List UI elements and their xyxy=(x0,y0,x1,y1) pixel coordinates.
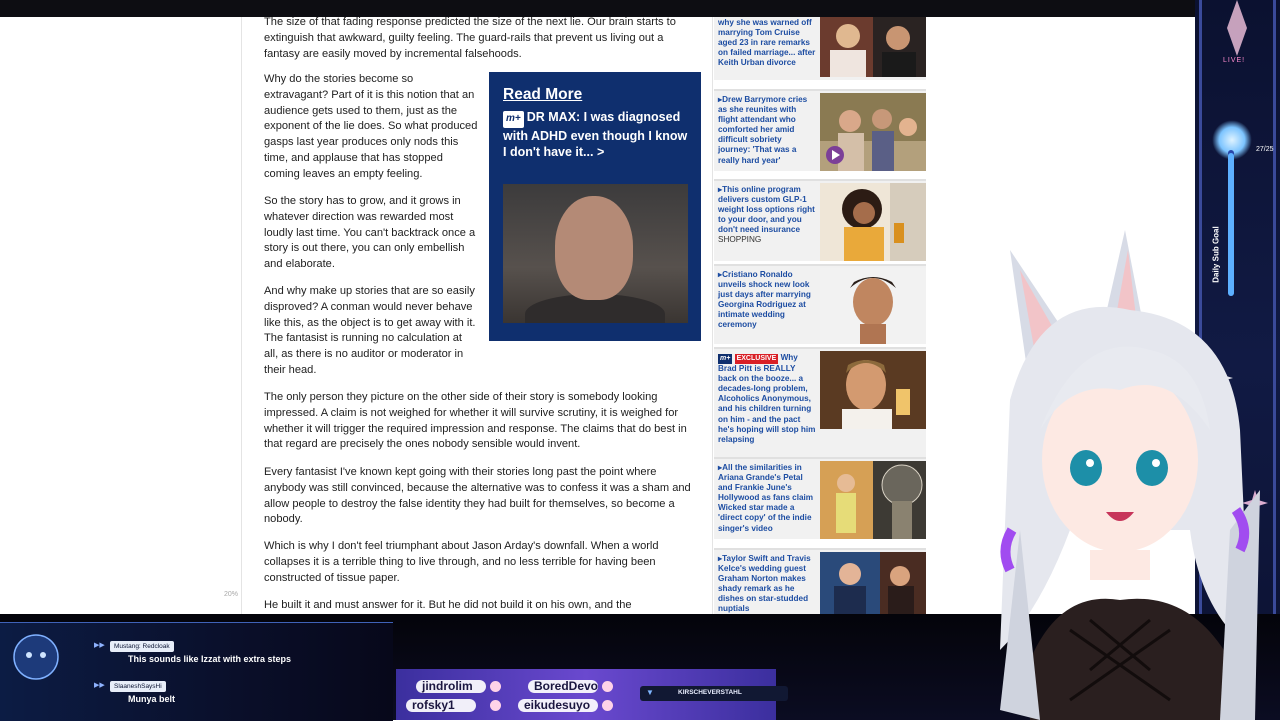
article-paragraph: The only person they picture on the othe… xyxy=(264,391,687,451)
mplus-badge: m+ xyxy=(718,354,733,365)
heart-icon xyxy=(602,681,613,692)
story-thumbnail[interactable] xyxy=(820,93,926,171)
article-body: The size of that fading response predict… xyxy=(241,17,713,614)
read-more-link[interactable]: m+ DR MAX: I was diagnosed with ADHD even… xyxy=(503,109,691,161)
zoom-indicator: 20% xyxy=(224,591,239,598)
read-more-headline[interactable]: DR MAX: I was diagnosed with ADHD even t… xyxy=(503,110,687,159)
read-more-title[interactable]: Read More xyxy=(503,86,582,104)
chat-bullet-icon: ▶▶ xyxy=(94,682,105,689)
sidebar-story[interactable]: ▸Cristiano Ronaldo unveils shock new loo… xyxy=(714,264,926,344)
story-thumbnail[interactable] xyxy=(820,552,926,614)
supporter-name: BoredDevo xyxy=(534,679,599,693)
twitter-icon: ▼ xyxy=(646,688,654,697)
story-thumbnail[interactable] xyxy=(820,183,926,261)
sidebar-headline[interactable]: m+ EXCLUSIVE Why Brad Pitt is REALLY bac… xyxy=(718,353,816,445)
supporter-name: jindrolim xyxy=(422,679,473,693)
article-paragraph: He built it and must answer for it. But … xyxy=(264,599,632,611)
chat-mascot-icon xyxy=(13,634,59,680)
chat-username: SlaaneshSaysHi xyxy=(110,681,166,692)
sidebar-headline[interactable]: ▸Cristiano Ronaldo unveils shock new loo… xyxy=(718,270,816,331)
photo-face xyxy=(555,196,633,300)
sidebar-story[interactable]: m+ EXCLUSIVE Why Brad Pitt is REALLY bac… xyxy=(714,347,926,457)
sidebar-story[interactable]: why she was warned off marrying Tom Crui… xyxy=(714,17,926,80)
chat-bullet-icon: ▶▶ xyxy=(94,642,105,649)
article-paragraph: Every fantasist I've known kept going wi… xyxy=(264,466,691,526)
social-handle-badge: ▼ KIRSCHEVERSTAHL xyxy=(640,686,788,701)
sidebar-story[interactable]: ▸Taylor Swift and Travis Kelce's wedding… xyxy=(714,548,926,614)
article-paragraph: Which is why I don't feel triumphant abo… xyxy=(264,540,659,584)
star-icon xyxy=(490,700,501,711)
related-sidebar: why she was warned off marrying Tom Crui… xyxy=(714,17,928,614)
vtuber-avatar xyxy=(1000,230,1260,720)
supporter-name: rofsky1 xyxy=(412,698,455,712)
article-paragraph: Why do the stories become so extravagant… xyxy=(264,73,478,180)
article-paragraph: And why make up stories that are so easi… xyxy=(264,285,476,376)
story-thumbnail[interactable] xyxy=(820,268,926,344)
chat-overlay: ▶▶ Mustang: Redcloak This sounds like Iz… xyxy=(0,622,393,721)
social-handle: KIRSCHEVERSTAHL xyxy=(678,689,742,696)
chat-message: Munya belt xyxy=(128,694,176,704)
story-thumbnail[interactable] xyxy=(820,461,926,539)
sidebar-headline[interactable]: ▸All the similarities in Ariana Grande's… xyxy=(718,463,816,534)
sidebar-story[interactable]: ▸All the similarities in Ariana Grande's… xyxy=(714,457,926,539)
star-icon xyxy=(602,700,613,711)
live-label: LIVE! xyxy=(1223,57,1246,64)
chat-username: Mustang: Redcloak xyxy=(110,641,174,652)
sidebar-headline[interactable]: ▸Drew Barrymore cries as she reunites wi… xyxy=(718,95,816,166)
sidebar-headline[interactable]: why she was warned off marrying Tom Crui… xyxy=(718,18,816,68)
chevron-right-icon: > xyxy=(596,145,605,159)
sidebar-headline[interactable]: ▸Taylor Swift and Travis Kelce's wedding… xyxy=(718,554,816,614)
sidebar-headline[interactable]: ▸This online program delivers custom GLP… xyxy=(718,185,816,246)
article-paragraph: The size of that fading response predict… xyxy=(264,17,676,60)
chat-message: This sounds like Izzat with extra steps xyxy=(128,654,292,664)
story-thumbnail[interactable] xyxy=(820,351,926,429)
story-thumbnail[interactable] xyxy=(820,17,926,77)
mplus-badge: m+ xyxy=(503,111,524,128)
supporter-name: eikudesuyo xyxy=(524,698,591,712)
shopping-label: SHOPPING xyxy=(718,235,762,245)
exclusive-badge: EXCLUSIVE xyxy=(734,354,779,365)
sub-goal-count: 27/25 xyxy=(1256,146,1274,153)
article-paragraph: So the story has to grow, and it grows i… xyxy=(264,195,476,271)
article-page[interactable]: The size of that fading response predict… xyxy=(0,17,948,614)
top-bar xyxy=(0,0,1280,17)
sidebar-story[interactable]: ▸This online program delivers custom GLP… xyxy=(714,179,926,261)
read-more-photo[interactable] xyxy=(503,184,688,323)
sidebar-story[interactable]: ▸Drew Barrymore cries as she reunites wi… xyxy=(714,89,926,171)
read-more-box[interactable]: Read More m+ DR MAX: I was diagnosed with… xyxy=(489,72,701,341)
heart-icon xyxy=(490,681,501,692)
